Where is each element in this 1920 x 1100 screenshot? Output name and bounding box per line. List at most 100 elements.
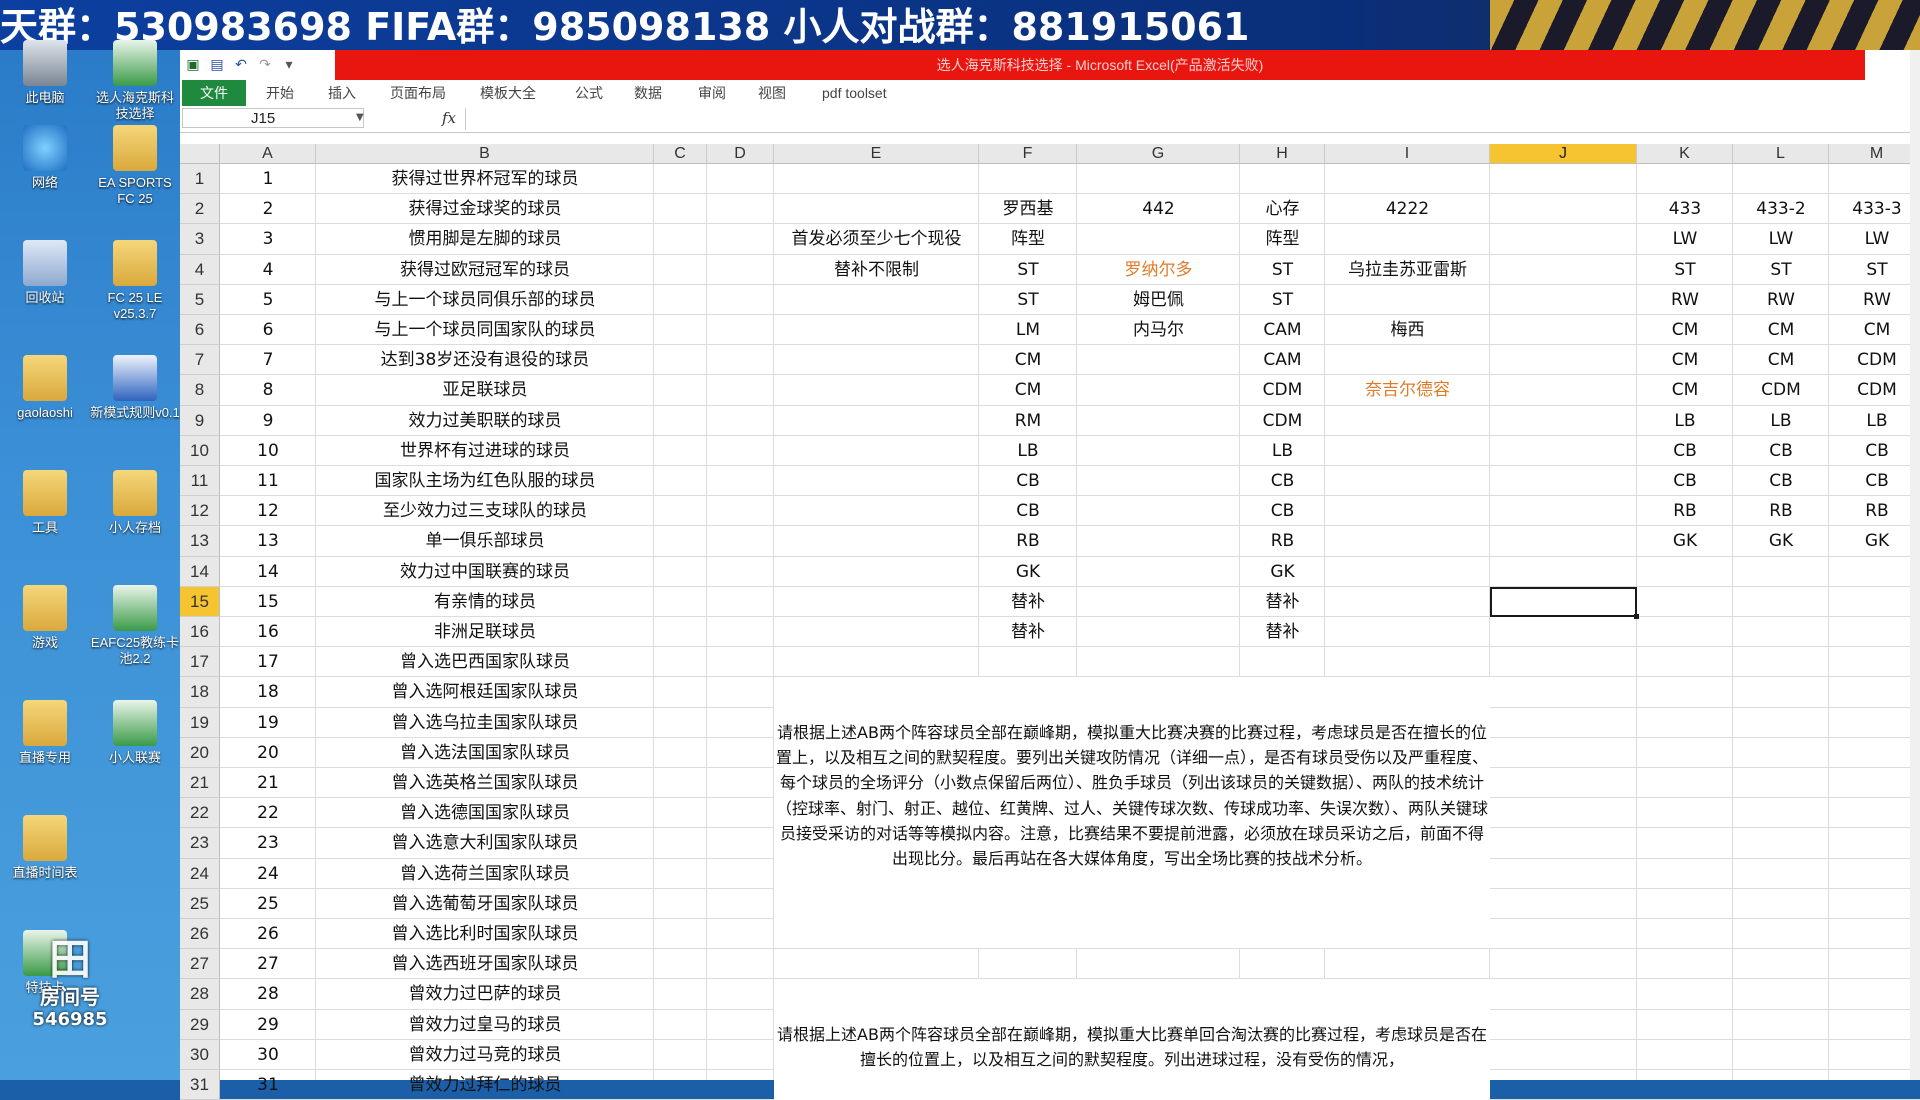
cell-F5[interactable]: ST [979, 285, 1077, 315]
column-header-K[interactable]: K [1637, 144, 1733, 164]
cell-G4[interactable]: 罗纳尔多 [1077, 255, 1240, 285]
tab-1[interactable]: 开始 [266, 80, 294, 106]
cell-H14[interactable]: GK [1240, 557, 1325, 587]
row-header-10[interactable]: 10 [180, 435, 220, 466]
column-header-H[interactable]: H [1240, 144, 1325, 164]
cell-A26[interactable]: 26 [220, 919, 316, 949]
row-header-23[interactable]: 23 [180, 828, 220, 859]
desktop-icon-11[interactable]: EAFC25教练卡池2.2 [90, 585, 180, 667]
cell-A10[interactable]: 10 [220, 436, 316, 466]
desktop-icon-3[interactable]: EA SPORTS FC 25 [90, 125, 180, 207]
row-header-14[interactable]: 14 [180, 556, 220, 587]
row-header-15[interactable]: 15 [180, 586, 220, 617]
cell-A7[interactable]: 7 [220, 345, 316, 375]
cell-B31[interactable]: 曾效力过拜仁的球员 [316, 1070, 654, 1100]
cell-B12[interactable]: 至少效力过三支球队的球员 [316, 496, 654, 526]
row-header-26[interactable]: 26 [180, 919, 220, 950]
cell-A2[interactable]: 2 [220, 194, 316, 224]
cell-F9[interactable]: RM [979, 406, 1077, 436]
cell-B20[interactable]: 曾入选法国国家队球员 [316, 738, 654, 768]
row-header-29[interactable]: 29 [180, 1009, 220, 1040]
cell-H7[interactable]: CAM [1240, 345, 1325, 375]
cell-H3[interactable]: 阵型 [1240, 224, 1325, 254]
vertical-scrollbar[interactable] [1910, 50, 1920, 1080]
column-header-I[interactable]: I [1325, 144, 1490, 164]
cell-F16[interactable]: 替补 [979, 617, 1077, 647]
cell-B7[interactable]: 达到38岁还没有退役的球员 [316, 345, 654, 375]
redo-icon[interactable]: ↷ [256, 56, 274, 74]
cell-B19[interactable]: 曾入选乌拉圭国家队球员 [316, 708, 654, 738]
cell-A24[interactable]: 24 [220, 859, 316, 889]
row-header-31[interactable]: 31 [180, 1070, 220, 1100]
name-box[interactable]: J15 [182, 108, 364, 128]
row-header-11[interactable]: 11 [180, 466, 220, 497]
tab-8[interactable]: 视图 [758, 80, 786, 106]
cell-B17[interactable]: 曾入选巴西国家队球员 [316, 647, 654, 677]
cell-M5[interactable]: RW [1829, 285, 1920, 315]
cell-G2[interactable]: 442 [1077, 194, 1240, 224]
row-header-27[interactable]: 27 [180, 949, 220, 980]
row-header-24[interactable]: 24 [180, 858, 220, 889]
cell-K12[interactable]: RB [1637, 496, 1733, 526]
cell-B10[interactable]: 世界杯有过进球的球员 [316, 436, 654, 466]
cell-H4[interactable]: ST [1240, 255, 1325, 285]
cell-M10[interactable]: CB [1829, 436, 1920, 466]
cell-F6[interactable]: LM [979, 315, 1077, 345]
cell-B15[interactable]: 有亲情的球员 [316, 587, 654, 617]
cell-A21[interactable]: 21 [220, 768, 316, 798]
cell-L4[interactable]: ST [1733, 255, 1829, 285]
row-header-7[interactable]: 7 [180, 345, 220, 376]
cell-M11[interactable]: CB [1829, 466, 1920, 496]
desktop-icon-13[interactable]: 小人联赛 [90, 700, 180, 766]
cell-A17[interactable]: 17 [220, 647, 316, 677]
cell-A5[interactable]: 5 [220, 285, 316, 315]
desktop-icon-5[interactable]: FC 25 LE v25.3.7 [90, 240, 180, 322]
cell-K11[interactable]: CB [1637, 466, 1733, 496]
cell-M8[interactable]: CDM [1829, 375, 1920, 405]
cell-A29[interactable]: 29 [220, 1010, 316, 1040]
desktop-icon-12[interactable]: 直播专用 [0, 700, 90, 766]
cell-B11[interactable]: 国家队主场为红色队服的球员 [316, 466, 654, 496]
row-header-13[interactable]: 13 [180, 526, 220, 557]
cell-I4[interactable]: 乌拉圭苏亚雷斯 [1325, 255, 1490, 285]
cell-B30[interactable]: 曾效力过马竞的球员 [316, 1040, 654, 1070]
desktop-icon-14[interactable]: 直播时间表 [0, 815, 90, 881]
tab-9[interactable]: pdf toolset [822, 80, 887, 106]
cell-A13[interactable]: 13 [220, 526, 316, 556]
cell-E3[interactable]: 首发必须至少七个现役 [774, 224, 979, 254]
cell-L11[interactable]: CB [1733, 466, 1829, 496]
cell-A31[interactable]: 31 [220, 1070, 316, 1100]
cell-H11[interactable]: CB [1240, 466, 1325, 496]
cell-F2[interactable]: 罗西基 [979, 194, 1077, 224]
cell-M4[interactable]: ST [1829, 255, 1920, 285]
cell-I8[interactable]: 奈吉尔德容 [1325, 375, 1490, 405]
select-all-corner[interactable] [180, 144, 220, 164]
cell-B3[interactable]: 惯用脚是左脚的球员 [316, 224, 654, 254]
cell-H15[interactable]: 替补 [1240, 587, 1325, 617]
desktop-icon-1[interactable]: 选人海克斯科技选择 [90, 40, 180, 122]
cell-G5[interactable]: 姆巴佩 [1077, 285, 1240, 315]
desktop-icon-9[interactable]: 小人存档 [90, 470, 180, 536]
cell-A16[interactable]: 16 [220, 617, 316, 647]
row-header-25[interactable]: 25 [180, 888, 220, 919]
cell-A23[interactable]: 23 [220, 828, 316, 858]
customize-toolbar-icon[interactable]: ▾ [280, 56, 298, 74]
row-header-2[interactable]: 2 [180, 194, 220, 225]
cell-H6[interactable]: CAM [1240, 315, 1325, 345]
cell-K8[interactable]: CM [1637, 375, 1733, 405]
cell-H12[interactable]: CB [1240, 496, 1325, 526]
desktop-icon-4[interactable]: 回收站 [0, 240, 90, 306]
cell-M2[interactable]: 433-3 [1829, 194, 1920, 224]
row-header-9[interactable]: 9 [180, 405, 220, 436]
column-header-A[interactable]: A [220, 144, 316, 164]
cell-A18[interactable]: 18 [220, 677, 316, 707]
cell-H9[interactable]: CDM [1240, 406, 1325, 436]
cell-M12[interactable]: RB [1829, 496, 1920, 526]
cell-F11[interactable]: CB [979, 466, 1077, 496]
cell-F13[interactable]: RB [979, 526, 1077, 556]
cell-B23[interactable]: 曾入选意大利国家队球员 [316, 828, 654, 858]
row-header-6[interactable]: 6 [180, 315, 220, 346]
cell-L12[interactable]: RB [1733, 496, 1829, 526]
column-header-C[interactable]: C [654, 144, 707, 164]
cell-K4[interactable]: ST [1637, 255, 1733, 285]
